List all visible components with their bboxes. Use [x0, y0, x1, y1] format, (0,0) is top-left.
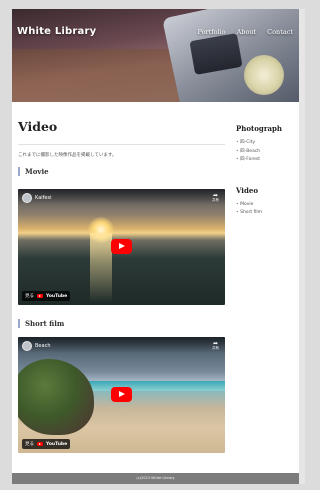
sidebar-group-photograph: Photograph 四-City 四-Beach 四-Forest	[236, 124, 296, 165]
share-label: 共有	[212, 198, 219, 202]
sidebar-group-video: Video Movie Short film	[236, 186, 296, 218]
video-embed-movie[interactable]: Kaifesi ➦ 共有 見る YouTube	[18, 189, 225, 305]
sidebar-item-beach[interactable]: 四-Beach	[236, 148, 296, 157]
play-icon[interactable]	[111, 239, 132, 254]
avatar-icon[interactable]	[22, 341, 32, 351]
youtube-label: YouTube	[46, 441, 68, 447]
share-button[interactable]: ➦ 共有	[212, 341, 219, 351]
main-nav: Portfolio About Contact	[197, 28, 293, 36]
share-button[interactable]: ➦ 共有	[212, 193, 219, 203]
intro-text: これまでに撮影した映像作品を掲載しています。	[18, 153, 117, 158]
sidebar-item-forest[interactable]: 四-Forest	[236, 156, 296, 165]
video-thumb-rock	[18, 359, 94, 435]
nav-portfolio[interactable]: Portfolio	[197, 28, 225, 36]
header-photo-reel	[244, 55, 284, 95]
watch-on-youtube-button[interactable]: 見る YouTube	[22, 439, 71, 449]
youtube-logo-icon	[37, 293, 43, 299]
sidebar-item-short-film[interactable]: Short film	[236, 209, 296, 218]
sidebar-list-photograph: 四-City 四-Beach 四-Forest	[236, 139, 296, 165]
page-title: Video	[18, 119, 58, 134]
sidebar-list-video: Movie Short film	[236, 201, 296, 218]
play-icon[interactable]	[111, 387, 132, 402]
header-banner: White Library Portfolio About Contact	[12, 9, 299, 102]
watch-label: 見る	[25, 294, 34, 299]
video-thumb-sea	[88, 381, 225, 391]
nav-about[interactable]: About	[237, 28, 257, 36]
sidebar-heading-video: Video	[236, 185, 258, 195]
page-container: White Library Portfolio About Contact Vi…	[12, 9, 299, 484]
nav-contact[interactable]: Contact	[267, 28, 293, 36]
youtube-logo-icon	[37, 441, 43, 447]
title-divider	[18, 144, 225, 145]
sidebar: Photograph 四-City 四-Beach 四-Forest Video…	[236, 124, 296, 218]
section-heading-movie: Movie	[18, 167, 49, 176]
header-photo-desk	[12, 49, 182, 102]
watch-label: 見る	[25, 442, 34, 447]
video-embed-short-film[interactable]: Beach ➦ 共有 見る YouTube	[18, 337, 225, 453]
site-title[interactable]: White Library	[17, 26, 96, 37]
watch-on-youtube-button[interactable]: 見る YouTube	[22, 291, 71, 301]
sidebar-item-movie[interactable]: Movie	[236, 201, 296, 210]
copyright-text: (c)2023 White Library	[136, 476, 175, 480]
video-title[interactable]: Beach	[35, 343, 51, 349]
video-title[interactable]: Kaifesi	[35, 195, 51, 201]
share-label: 共有	[212, 346, 219, 350]
avatar-icon[interactable]	[22, 193, 32, 203]
video-thumb-reflection	[90, 233, 112, 303]
sidebar-item-city[interactable]: 四-City	[236, 139, 296, 148]
footer: (c)2023 White Library	[12, 473, 299, 484]
scrollbar-track[interactable]	[299, 9, 305, 484]
youtube-label: YouTube	[46, 293, 68, 299]
sidebar-heading-photograph: Photograph	[236, 124, 283, 133]
main-content: Video これまでに撮影した映像作品を掲載しています。 Movie Kaife…	[18, 119, 225, 453]
section-heading-short-film: Short film	[18, 319, 64, 328]
